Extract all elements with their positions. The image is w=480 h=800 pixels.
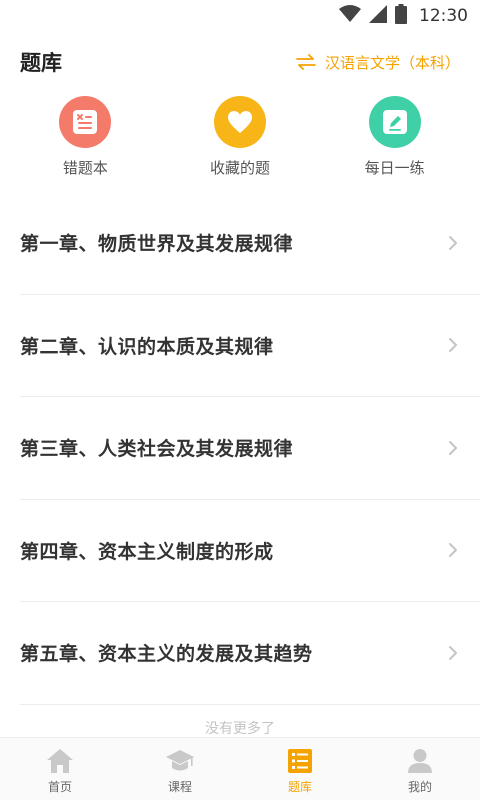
heart-icon: [213, 96, 266, 148]
page-title: 题库: [20, 51, 62, 75]
nav-profile-label: 我的: [407, 779, 432, 794]
nav-courses-label: 课程: [167, 779, 192, 794]
chapter-title: 第三章、人类社会及其发展规律: [20, 438, 294, 461]
graduation-cap-icon: [165, 744, 195, 774]
status-bar: 12:30: [0, 0, 480, 32]
chevron-right-icon: [446, 438, 460, 458]
swap-icon: [295, 54, 317, 70]
wrong-book-button[interactable]: 错题本: [15, 96, 155, 188]
wrong-book-label: 错题本: [62, 159, 108, 177]
subject-label: 汉语言文学（本科）: [324, 53, 460, 72]
chevron-right-icon: [446, 233, 460, 253]
favorites-label: 收藏的题: [209, 159, 270, 177]
chapter-list: 第一章、物质世界及其发展规律 第二章、认识的本质及其规律 第三章、人类社会及其发…: [0, 192, 480, 705]
chevron-right-icon: [446, 540, 460, 560]
nav-home[interactable]: 首页: [0, 738, 120, 800]
status-time: 12:30: [419, 6, 468, 26]
chapter-item[interactable]: 第一章、物质世界及其发展规律: [20, 192, 480, 295]
pencil-icon: [368, 96, 421, 148]
quick-actions: 错题本 收藏的题 每日一练: [0, 96, 480, 188]
chapter-title: 第四章、资本主义制度的形成: [20, 540, 274, 563]
chevron-right-icon: [446, 335, 460, 355]
nav-courses[interactable]: 课程: [120, 738, 240, 800]
user-icon: [407, 744, 433, 774]
nav-home-label: 首页: [47, 779, 72, 794]
chapter-item[interactable]: 第四章、资本主义制度的形成: [20, 500, 480, 602]
no-more-text: 没有更多了: [205, 721, 275, 737]
bottom-nav: 首页 课程 题库 我的: [0, 737, 480, 800]
nav-profile[interactable]: 我的: [360, 738, 480, 800]
nav-question-bank[interactable]: 题库: [240, 738, 360, 800]
daily-practice-button[interactable]: 每日一练: [325, 96, 465, 188]
header: 题库 汉语言文学（本科）: [0, 40, 480, 84]
chapter-title: 第五章、资本主义的发展及其趋势: [20, 643, 313, 666]
chapter-item[interactable]: 第三章、人类社会及其发展规律: [20, 397, 480, 500]
chapter-item[interactable]: 第五章、资本主义的发展及其趋势: [20, 602, 480, 705]
favorites-button[interactable]: 收藏的题: [170, 96, 310, 188]
battery-icon: [395, 4, 407, 28]
signal-icon: [369, 5, 387, 27]
wrong-book-icon: [59, 96, 112, 148]
wifi-icon: [339, 5, 361, 27]
question-bank-icon: [287, 744, 313, 774]
nav-question-bank-label: 题库: [287, 779, 312, 794]
chapter-item[interactable]: 第二章、认识的本质及其规律: [20, 295, 480, 397]
daily-practice-label: 每日一练: [364, 159, 425, 177]
chapter-title: 第一章、物质世界及其发展规律: [20, 233, 294, 256]
chevron-right-icon: [446, 643, 460, 663]
subject-switch-button[interactable]: 汉语言文学（本科）: [295, 52, 460, 73]
chapter-title: 第二章、认识的本质及其规律: [20, 335, 274, 358]
home-icon: [46, 744, 74, 774]
